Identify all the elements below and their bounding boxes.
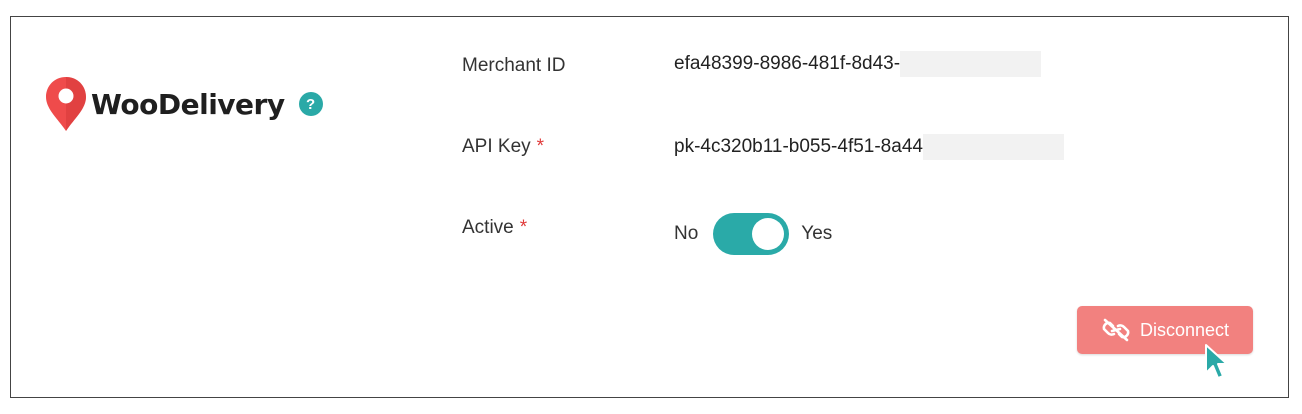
- api-key-value-row: pk-4c320b11-b055-4f51-8a44: [674, 134, 1064, 160]
- brand-header: WooDelivery ?: [44, 75, 323, 133]
- active-toggle[interactable]: [713, 213, 790, 255]
- merchant-id-value[interactable]: efa48399-8986-481f-8d43-: [674, 53, 900, 75]
- required-marker: *: [536, 136, 545, 157]
- api-key-redaction: [922, 134, 1064, 160]
- api-key-value[interactable]: pk-4c320b11-b055-4f51-8a44: [674, 136, 923, 158]
- question-circle-icon[interactable]: ?: [298, 92, 323, 116]
- merchant-id-label: Merchant ID: [462, 55, 566, 76]
- api-key-label-row: API Key *: [462, 136, 544, 158]
- active-label: Active: [462, 217, 514, 238]
- brand-name: WooDelivery: [91, 87, 285, 121]
- toggle-off-label: No: [674, 223, 699, 244]
- pointer-cursor-icon: [1205, 344, 1228, 379]
- disconnect-label: Disconnect: [1139, 319, 1230, 340]
- active-toggle-group: No Yes: [674, 213, 832, 255]
- merchant-id-value-row: efa48399-8986-481f-8d43-: [674, 51, 1042, 77]
- active-label-row: Active *: [462, 217, 527, 239]
- toggle-knob: [752, 218, 785, 250]
- integration-card: WooDelivery ? Merchant ID efa48399-8986-…: [10, 16, 1289, 398]
- map-pin-icon: [46, 77, 86, 131]
- merchant-id-redaction: [900, 51, 1042, 77]
- unlink-icon: [1102, 318, 1130, 342]
- required-marker: *: [519, 217, 528, 238]
- toggle-on-label: Yes: [801, 223, 833, 244]
- api-key-label: API Key: [462, 136, 531, 157]
